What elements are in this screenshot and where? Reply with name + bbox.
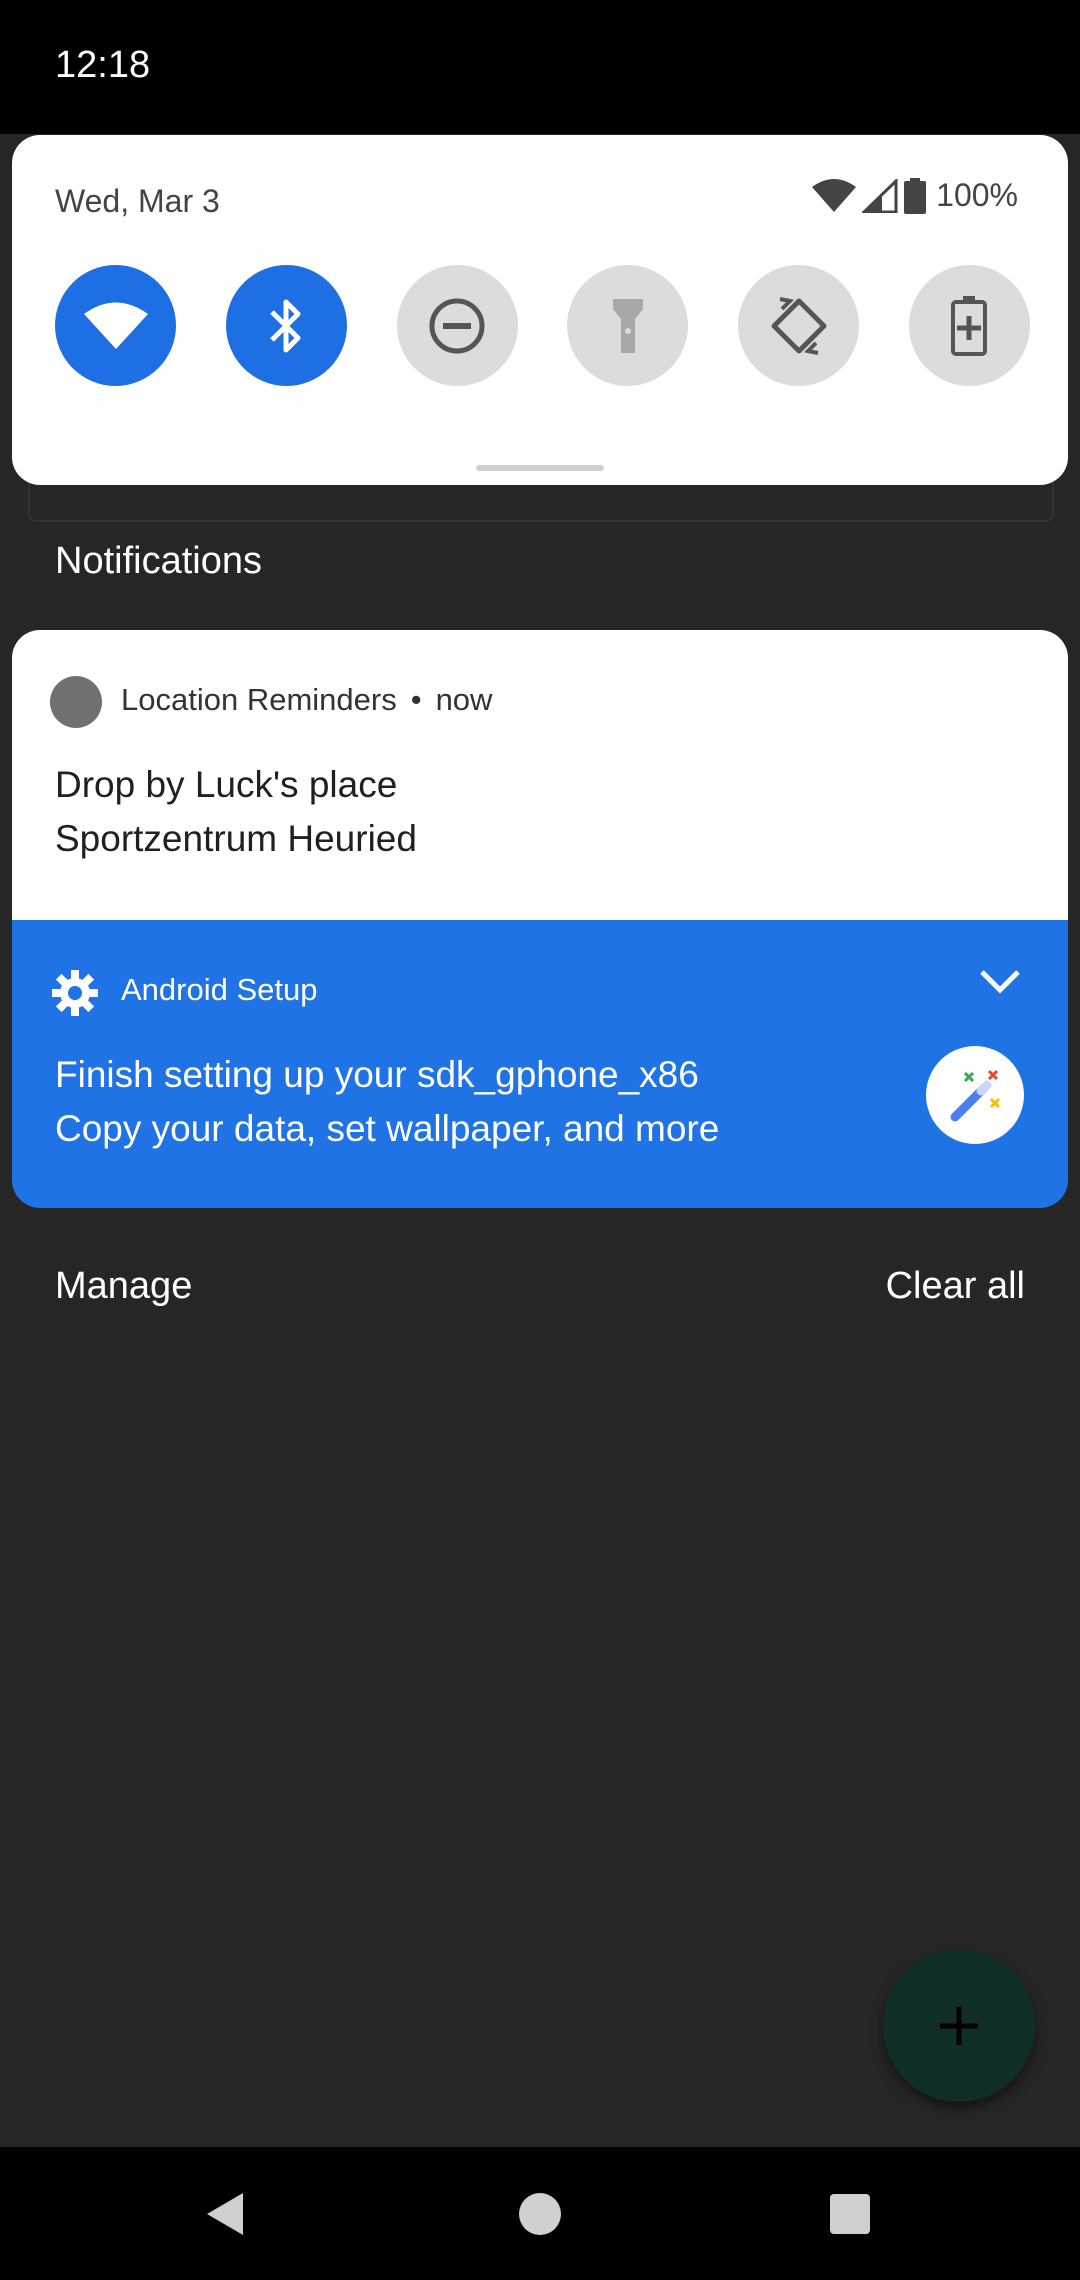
gear-icon [52,970,98,1016]
do-not-disturb-tile[interactable] [396,265,518,386]
notification-shade: 12:18 Wed, Mar 3 100% Notifications Loca… [0,0,1080,2280]
quick-settings-panel[interactable]: Wed, Mar 3 100% [12,135,1068,485]
do-not-disturb-icon [429,298,485,353]
battery-percent: 100% [936,177,1018,213]
notification-title: Finish setting up your sdk_gphone_x86 [55,1054,699,1095]
clear-all-button[interactable]: Clear all [886,1265,1025,1308]
battery-icon [904,177,927,214]
battery-saver-icon [951,295,988,356]
quick-tiles-row [55,265,1030,386]
qs-date[interactable]: Wed, Mar 3 [55,183,220,220]
cell-signal-icon [862,178,898,213]
flashlight-icon [612,298,643,353]
notification-separator: • [410,682,422,717]
manage-button[interactable]: Manage [55,1265,192,1308]
notification-time: now [435,682,493,717]
location-reminders-app-icon [50,676,102,728]
flashlight-tile[interactable] [567,265,689,386]
notification-android-setup[interactable]: Android Setup Finish setting up your sdk… [12,920,1068,1208]
magic-wand-icon [926,1046,1024,1144]
bluetooth-icon [270,299,301,352]
notification-app-name: Location Reminders [121,682,397,717]
qs-drag-handle[interactable] [476,465,604,471]
auto-rotate-icon [771,296,827,355]
bluetooth-tile[interactable] [225,265,347,386]
add-fab-button[interactable] [883,1950,1035,2102]
recents-icon[interactable] [830,2194,870,2234]
wifi-icon [83,302,148,349]
wifi-signal-icon [812,178,857,212]
home-icon[interactable] [519,2193,561,2235]
wifi-tile[interactable] [55,265,176,386]
plus-icon [940,2007,978,2045]
back-icon[interactable] [205,2191,245,2237]
notifications-header: Notifications [55,540,262,582]
notification-header: Location Reminders • now [121,682,492,718]
notification-title: Drop by Luck's place [55,764,398,805]
notification-app-name: Android Setup [121,972,318,1007]
qs-status-icons: 100% [812,177,1018,214]
status-bar: 12:18 [0,0,1080,134]
navigation-bar [0,2147,1080,2280]
notification-text: Copy your data, set wallpaper, and more [55,1108,720,1149]
clock: 12:18 [55,44,151,86]
notification-location-reminders[interactable]: Location Reminders • now Drop by Luck's … [12,630,1068,920]
battery-saver-tile[interactable] [908,265,1030,386]
auto-rotate-tile[interactable] [738,265,860,386]
notification-text: Sportzentrum Heuried [55,818,417,859]
chevron-down-icon[interactable] [978,968,1022,996]
